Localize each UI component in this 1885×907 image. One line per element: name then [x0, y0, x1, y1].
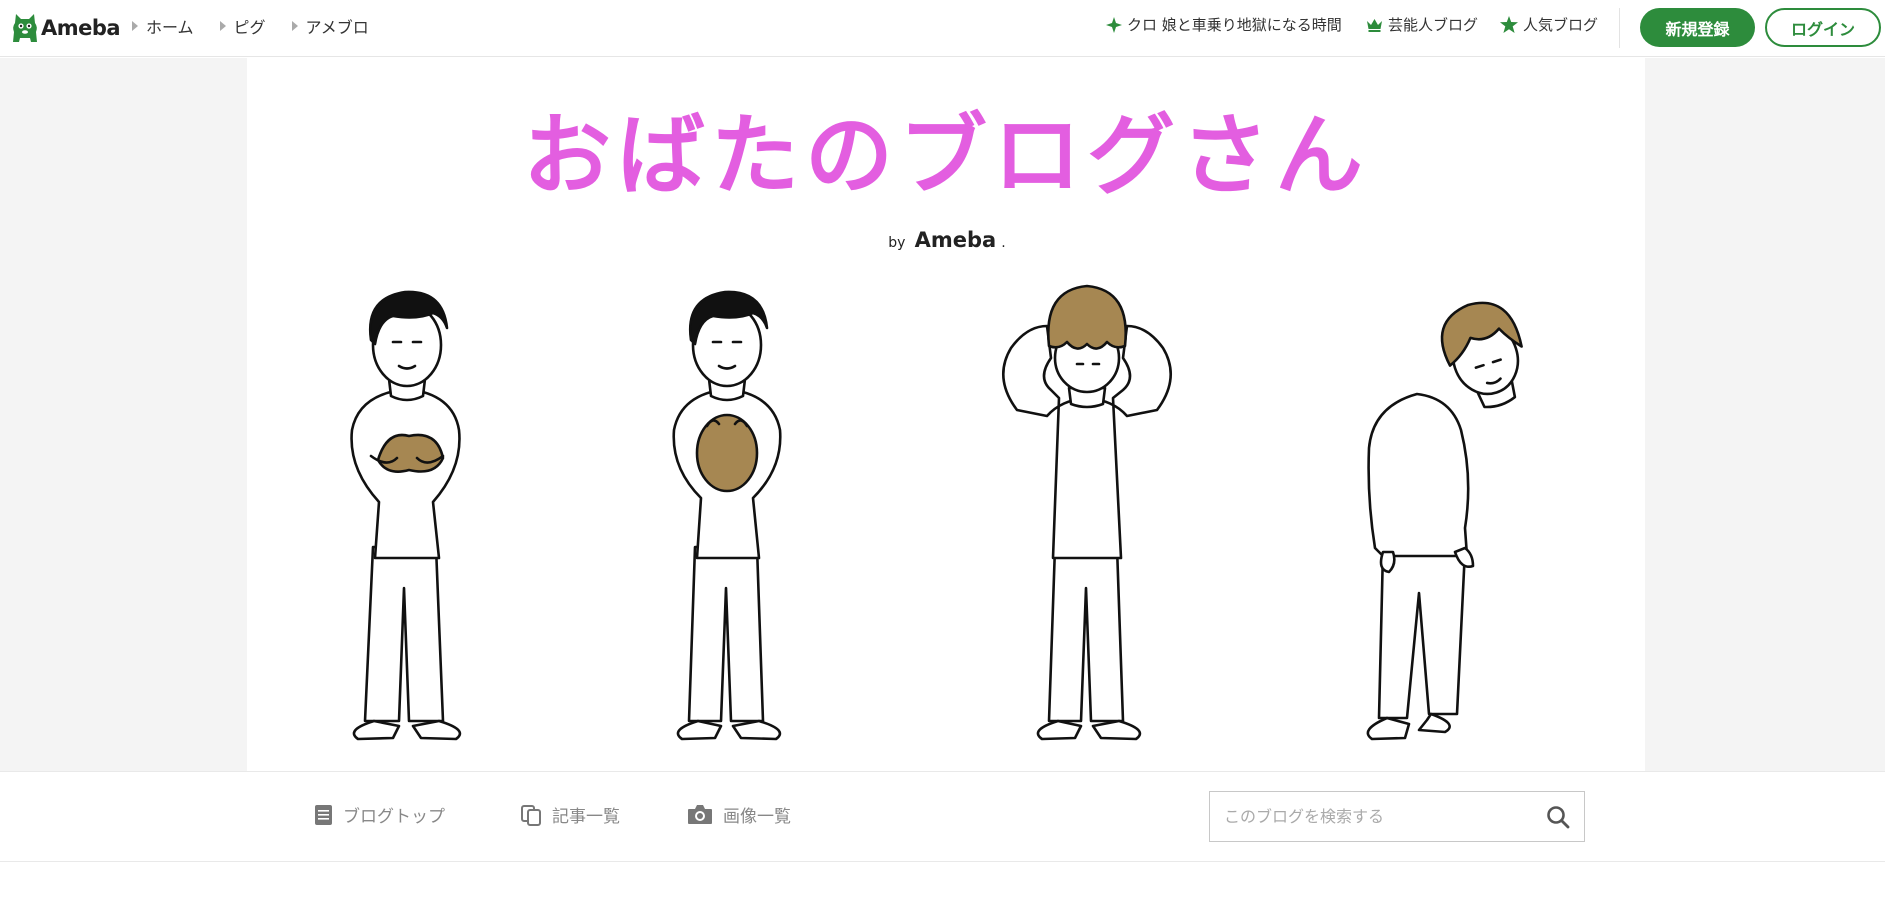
blog-header-banner[interactable]: おばたのブログさん by Ameba . — [247, 58, 1645, 771]
nav-label: 画像一覧 — [723, 807, 791, 827]
blog-search-input[interactable] — [1210, 792, 1530, 841]
nav-label: 記事一覧 — [552, 807, 620, 827]
blog-header-illustration: おばたのブログさん by Ameba . — [350, 104, 1523, 741]
quick-link-label: 人気ブログ — [1523, 16, 1599, 34]
byline-dot: . — [1001, 235, 1005, 251]
nav-blog-top[interactable]: ブログトップ — [314, 802, 445, 827]
nav-label: ブログトップ — [343, 807, 445, 827]
blog-title: おばたのブログさん — [523, 104, 1369, 207]
character-figure-2 — [672, 290, 782, 741]
signup-button[interactable]: 新規登録 — [1640, 8, 1755, 47]
nav-entry-list[interactable]: 記事一覧 — [520, 802, 620, 827]
camera-icon — [688, 805, 712, 824]
brand-name: Ameba — [41, 16, 121, 40]
nav-image-list[interactable]: 画像一覧 — [687, 802, 791, 827]
sparkle-icon — [1106, 16, 1122, 33]
global-header: Ameba ホーム ピグ アメブロ クロ 娘と車乗り地獄になる時間 芸能人ブログ — [0, 0, 1885, 57]
document-icon — [315, 804, 332, 825]
quick-link-label: 芸能人ブログ — [1388, 16, 1479, 34]
copy-icon — [521, 804, 541, 826]
quick-link-popular-blogs[interactable]: 人気ブログ — [1500, 14, 1598, 35]
character-figure-4 — [1366, 301, 1523, 741]
character-figure-1 — [350, 290, 462, 741]
caret-right-icon — [219, 21, 226, 31]
blog-byline: by Ameba . — [888, 228, 1005, 252]
breadcrumb-label: ピグ — [233, 18, 266, 37]
caret-right-icon — [132, 21, 138, 31]
crown-icon — [1367, 18, 1382, 32]
ameba-logo-link[interactable]: Ameba — [12, 10, 121, 46]
breadcrumb: ホーム ピグ アメブロ — [132, 14, 395, 38]
byline-prefix: by — [888, 235, 905, 251]
quick-link-celebrity-blogs[interactable]: 芸能人ブログ — [1366, 14, 1478, 35]
star-icon — [1500, 16, 1518, 33]
breadcrumb-pigg[interactable]: ピグ — [219, 14, 266, 38]
quick-link-featured-post[interactable]: クロ 娘と車乗り地獄になる時間 — [1106, 14, 1342, 35]
quick-link-label: クロ 娘と車乗り地獄になる時間 — [1127, 16, 1342, 34]
blog-navigation: ブログトップ 記事一覧 画像一覧 — [0, 771, 1885, 862]
caret-right-icon — [291, 21, 298, 31]
breadcrumb-ameblo[interactable]: アメブロ — [291, 14, 369, 38]
search-icon[interactable] — [1546, 805, 1570, 829]
character-figure-3 — [1001, 284, 1173, 741]
blog-banner-area: おばたのブログさん by Ameba . — [0, 58, 1885, 771]
ameba-mascot-icon — [13, 14, 37, 42]
blog-search-box — [1209, 791, 1585, 842]
breadcrumb-label: ホーム — [146, 18, 194, 37]
header-divider — [1619, 8, 1620, 48]
login-button[interactable]: ログイン — [1765, 8, 1881, 47]
breadcrumb-label: アメブロ — [305, 18, 369, 37]
byline-brand: Ameba — [915, 228, 997, 252]
breadcrumb-home[interactable]: ホーム — [132, 14, 194, 38]
